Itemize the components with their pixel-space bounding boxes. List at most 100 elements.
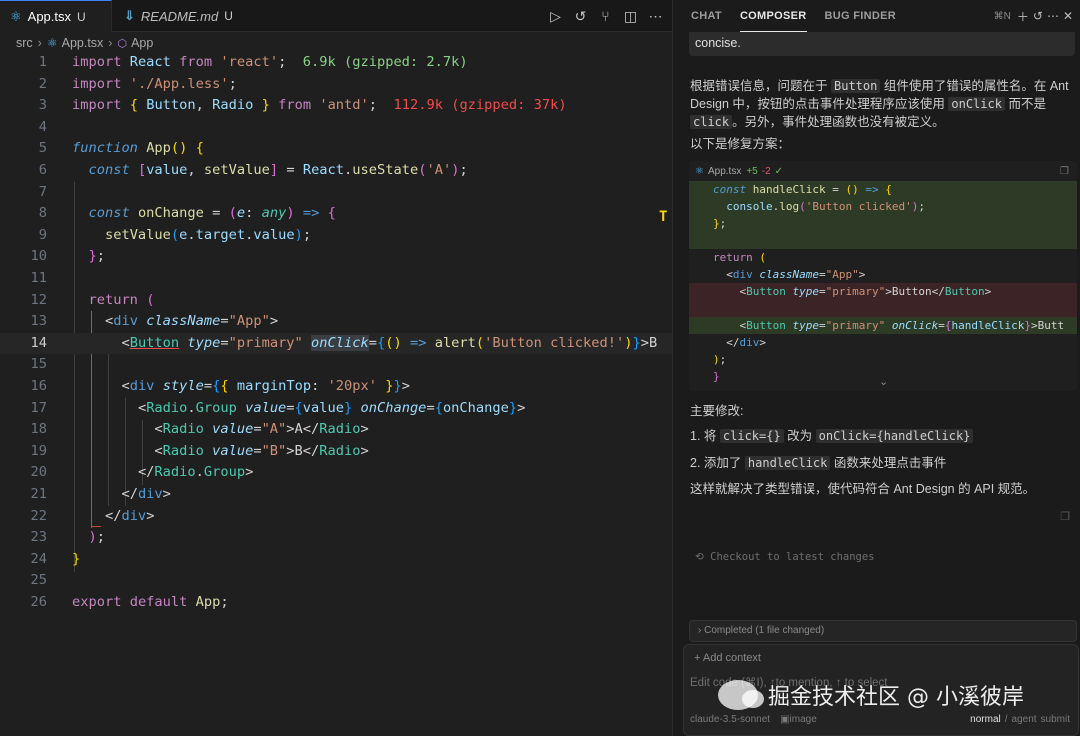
diff-line-added: console.log('Button clicked');: [689, 198, 1077, 215]
image-icon[interactable]: ▣: [780, 714, 789, 725]
plus-icon[interactable]: ＋: [1017, 8, 1029, 25]
inline-code: click: [690, 115, 733, 129]
editor-actions: ▷ ↺ ⑂ ◫ ⋯: [543, 0, 668, 32]
breadcrumb-symbol[interactable]: App: [131, 36, 153, 50]
inline-code: Button: [831, 79, 881, 93]
line-number: 4: [38, 118, 47, 135]
line-number: 15: [30, 356, 47, 373]
chevron-down-icon[interactable]: ⌄: [879, 375, 888, 388]
chevron-right-icon: ›: [698, 625, 702, 636]
code-line: 8 const onChange = (e: any) => {: [0, 203, 672, 225]
react-icon: ⚛: [695, 165, 704, 177]
mode-normal[interactable]: normal: [970, 714, 1001, 725]
code-line: 11: [0, 268, 672, 290]
copy-icon[interactable]: ❐: [1060, 510, 1070, 523]
separator: /: [1004, 714, 1008, 725]
code-line: 21 </div>: [0, 484, 672, 506]
mode-agent[interactable]: agent: [1012, 714, 1037, 725]
code-line: 25: [0, 570, 672, 592]
tab-chat[interactable]: CHAT: [691, 0, 722, 32]
code-line: 15: [0, 354, 672, 376]
ai-fix-intro: 以下是修复方案：: [690, 137, 791, 151]
more-icon[interactable]: ⋯: [1047, 9, 1059, 23]
breadcrumb: src › ⚛ App.tsx › ⬡ App: [0, 32, 672, 54]
line-number: 24: [30, 550, 47, 567]
code-line: 26 export default App;: [0, 592, 672, 614]
model-selector[interactable]: claude-3.5-sonnet: [690, 714, 770, 725]
add-context-button[interactable]: + Add context: [694, 652, 761, 664]
code-line: 3 import { Button, Radio } from 'antd'; 1…: [0, 95, 672, 117]
tab-readme-md[interactable]: ⇓ README.md U: [112, 0, 236, 32]
tab-bug-finder[interactable]: BUG FINDER: [825, 0, 896, 32]
submit-button[interactable]: submit: [1041, 714, 1070, 725]
line-number: 10: [30, 248, 47, 265]
composer-input[interactable]: + Add context Edit code (⌘I), ↑to mentio…: [683, 644, 1079, 736]
copy-icon[interactable]: ❐: [1060, 166, 1069, 177]
code-line-current: 14 <Button type="primary" onClick={() =>…: [0, 332, 672, 355]
line-number: 8: [38, 205, 47, 222]
tab-app-tsx[interactable]: ⚛ App.tsx U: [0, 0, 112, 32]
code-line: 9 setValue(e.target.value);: [0, 225, 672, 247]
completed-status[interactable]: › Completed (1 file changed): [689, 620, 1077, 642]
code-line: 23 );: [0, 527, 672, 549]
diff-line: );: [713, 353, 727, 366]
line-number: 14: [30, 334, 47, 351]
tab-composer[interactable]: COMPOSER: [739, 0, 807, 32]
code-line: 1 import React from 'react'; 6.9k (gzippe…: [0, 52, 672, 74]
line-number: 6: [38, 162, 47, 178]
code-editor: ⚛ App.tsx U ⇓ README.md U ▷ ↺ ⑂ ◫ ⋯ src …: [0, 0, 672, 736]
composer-placeholder: Edit code (⌘I), ↑to mention, ↑ to select: [690, 677, 888, 689]
run-icon[interactable]: ▷: [543, 5, 568, 27]
branch-icon[interactable]: ⑂: [593, 5, 618, 27]
composer-footer: claude-3.5-sonnet ▣ image normal / agent…: [690, 714, 1074, 725]
more-icon[interactable]: ⋯: [643, 5, 668, 27]
line-number: 21: [30, 486, 47, 502]
close-icon[interactable]: ✕: [1063, 9, 1073, 23]
react-icon: ⚛: [10, 8, 22, 24]
panel-tab-bar: CHAT COMPOSER BUG FINDER ⌘N ＋ ↺ ⋯ ✕: [673, 0, 1080, 32]
line-number: 13: [30, 313, 47, 330]
diff-line-added: [689, 232, 1077, 249]
import-size-hint: 6.9k (gzipped: 2.7k): [302, 54, 468, 70]
breadcrumb-folder[interactable]: src: [16, 36, 33, 50]
text: 而不是: [1008, 97, 1046, 111]
checkout-button[interactable]: ⟲ Checkout to latest changes: [695, 551, 875, 563]
ai-explanation: 根据错误信息，问题在于 Button 组件使用了错误的属性名。在 Ant Des…: [690, 77, 1074, 131]
summary-item-2: 2. 添加了 handleClick 函数来处理点击事件: [690, 452, 946, 471]
history-icon[interactable]: ↺: [568, 5, 593, 27]
image-label[interactable]: image: [790, 714, 817, 725]
code-area[interactable]: 1 import React from 'react'; 6.9k (gzippe…: [0, 52, 672, 736]
completed-label: Completed (1 file changed): [704, 625, 825, 636]
symbol-icon: ⬡: [117, 37, 128, 50]
line-number: 26: [30, 594, 47, 610]
breadcrumb-file[interactable]: App.tsx: [62, 36, 104, 50]
text: 2. 添加了: [690, 456, 742, 470]
previous-message-text: concise.: [695, 36, 741, 50]
inline-code: onClick: [948, 97, 1005, 111]
ai-panel: CHAT COMPOSER BUG FINDER ⌘N ＋ ↺ ⋯ ✕ conc…: [672, 0, 1080, 736]
code-line: 4: [0, 117, 672, 139]
tab-label: README.md: [140, 8, 219, 24]
line-number: 23: [30, 529, 47, 546]
diff-removed-count: -2: [761, 165, 771, 177]
split-editor-icon[interactable]: ◫: [618, 5, 643, 27]
line-number: 3: [38, 97, 47, 114]
tab-label: App.tsx: [27, 9, 72, 24]
history-icon[interactable]: ↺: [1033, 9, 1043, 23]
inline-code: click={}: [719, 429, 784, 443]
new-shortcut: ⌘N: [993, 10, 1011, 22]
code-line: 24}: [0, 549, 672, 571]
line-number: 22: [30, 507, 47, 524]
diff-line-added: <Button type="primary" onClick={handleCl…: [689, 317, 1077, 334]
line-number: 17: [30, 399, 47, 416]
summary-title: 主要修改:: [690, 404, 744, 418]
line-number: 1: [38, 54, 47, 70]
inline-code: handleClick: [744, 456, 831, 470]
text: 改为: [787, 429, 813, 443]
diff-file[interactable]: App.tsx: [708, 166, 741, 177]
check-icon: ✓: [774, 165, 784, 177]
code-line: 18 <Radio value="A">A</Radio>: [0, 419, 672, 441]
summary-conclusion: 这样就解决了类型错误，使代码符合 Ant Design 的 API 规范。: [690, 482, 1036, 496]
diff-line-removed: <Button type="primary">Button</Button>: [689, 283, 1077, 300]
code-line: 17 <Radio.Group value={value} onChange={…: [0, 398, 672, 420]
